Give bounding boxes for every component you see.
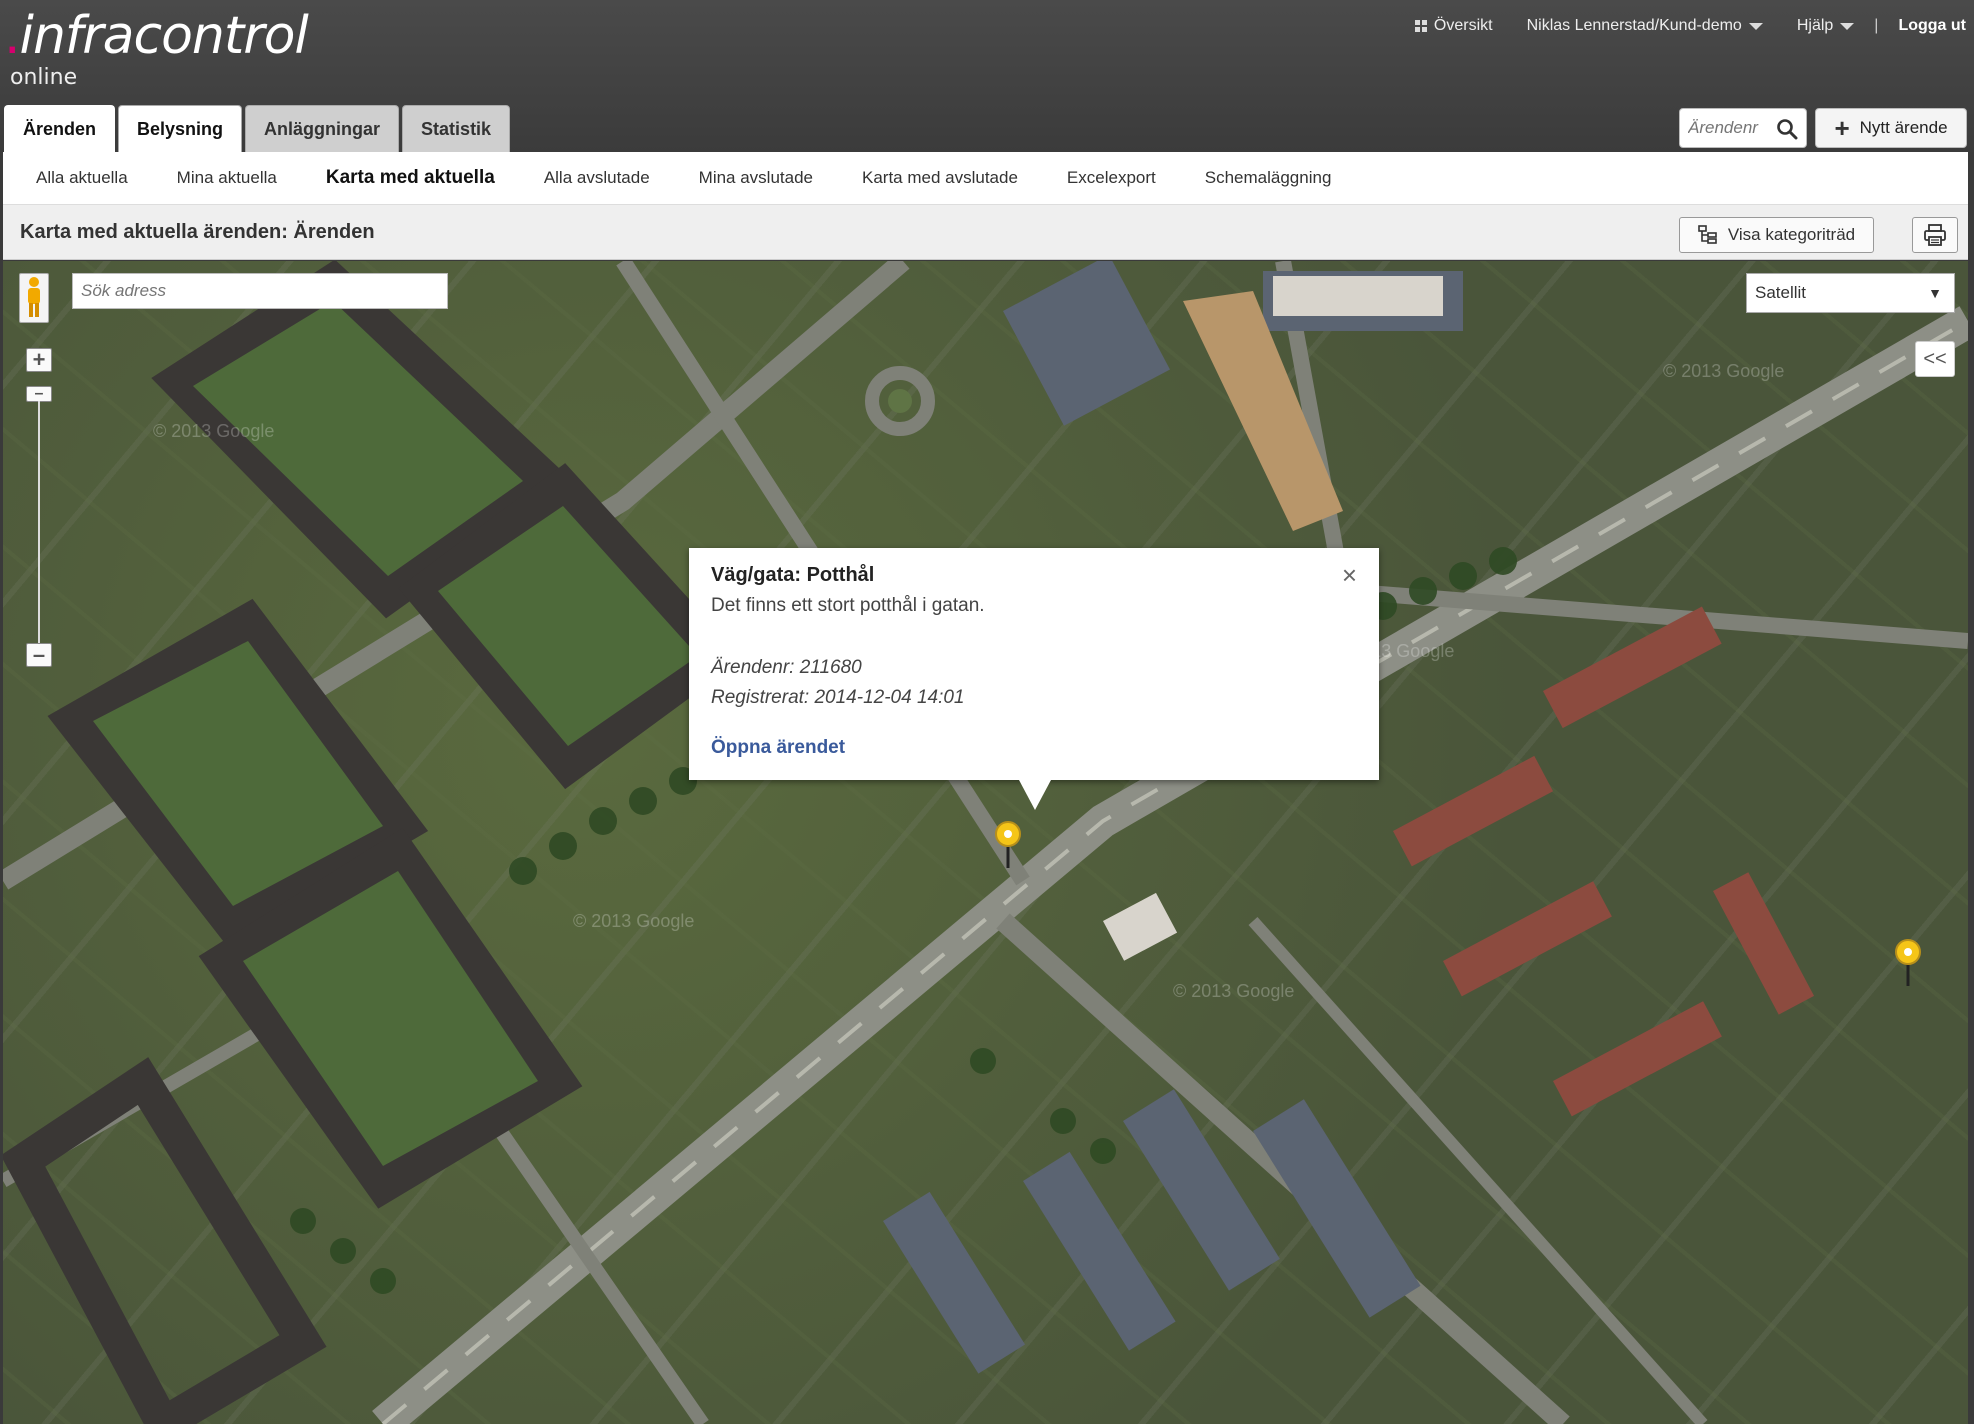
address-search-input[interactable]: [81, 281, 421, 301]
top-navigation: Översikt Niklas Lennerstad/Kund-demo Hjä…: [1381, 14, 1966, 38]
help-label: Hjälp: [1796, 17, 1834, 34]
overview-label: Översikt: [1433, 17, 1493, 34]
zoom-in-button[interactable]: +: [26, 347, 52, 372]
map-type-value: Satellit: [1755, 283, 1807, 302]
case-title: Väg/gata: Potthål: [711, 564, 875, 586]
case-search: [1679, 108, 1807, 148]
print-button[interactable]: [1912, 217, 1958, 253]
map-marker-icon[interactable]: [993, 821, 1023, 869]
page-title: Karta med aktuella ärenden: Ärenden: [20, 221, 375, 243]
subnav-map-current[interactable]: Karta med aktuella: [326, 167, 495, 189]
new-case-button[interactable]: + Nytt ärende: [1815, 108, 1967, 148]
overview-link[interactable]: Översikt: [1414, 17, 1493, 35]
page-title-bar: Karta med aktuella ärenden: Ärenden Visa…: [3, 204, 1968, 260]
printer-icon: [1924, 224, 1946, 246]
zoom-slider-track[interactable]: [38, 401, 40, 651]
address-search: [72, 273, 448, 309]
search-icon[interactable]: [1776, 118, 1798, 140]
user-label: Niklas Lennerstad/Kund-demo: [1526, 17, 1742, 34]
plus-icon: +: [1834, 113, 1850, 143]
case-description: Det finns ett stort potthål i gatan.: [711, 595, 985, 616]
app-logo[interactable]: .infracontrol online: [4, 6, 309, 90]
chevron-down-icon: [1840, 22, 1855, 30]
pegman-icon: [28, 277, 40, 317]
subnav-my-current[interactable]: Mina aktuella: [177, 168, 277, 188]
subnav-my-closed[interactable]: Mina avslutade: [699, 168, 813, 188]
map-marker-icon[interactable]: [1893, 939, 1923, 987]
case-meta: Ärendenr: 211680 Registrerat: 2014-12-04…: [711, 653, 1357, 713]
new-case-label: Nytt ärende: [1859, 118, 1948, 137]
logout-link[interactable]: Logga ut: [1898, 17, 1966, 35]
tab-anlaggningar[interactable]: Anläggningar: [245, 105, 400, 152]
street-view-control[interactable]: [19, 273, 49, 323]
tab-statistik[interactable]: Statistik: [402, 105, 511, 152]
chevron-down-icon: [1748, 22, 1763, 30]
map-watermark: © 2013 Google: [573, 911, 695, 931]
category-tree-label: Visa kategoriträd: [1727, 225, 1856, 244]
tree-icon: [1698, 225, 1717, 244]
subnav-scheduling[interactable]: Schemaläggning: [1205, 168, 1332, 188]
satellite-imagery: [3, 261, 1968, 1424]
subnav-all-closed[interactable]: Alla avslutade: [544, 168, 650, 188]
case-number-input[interactable]: [1688, 118, 1780, 138]
case-number: Ärendenr: 211680: [711, 657, 862, 678]
sub-navigation: Alla aktuella Mina aktuella Karta med ak…: [3, 152, 1968, 204]
satellite-map[interactable]: © 2013 Google © 2013 Google © 2013 Googl…: [3, 261, 1968, 1424]
subnav-all-current[interactable]: Alla aktuella: [36, 168, 128, 188]
zoom-out-button[interactable]: –: [26, 642, 52, 667]
help-menu[interactable]: Hjälp: [1796, 17, 1855, 35]
map-watermark: © 2013 Google: [153, 421, 275, 441]
grid-icon: [1414, 20, 1427, 32]
map-watermark: © 2013 Google: [1173, 981, 1295, 1001]
tab-arenden[interactable]: Ärenden: [4, 105, 116, 152]
open-case-link[interactable]: Öppna ärendet: [711, 737, 1357, 759]
collapse-icon: <<: [1923, 347, 1947, 370]
subnav-map-closed[interactable]: Karta med avslutade: [862, 168, 1018, 188]
map-watermark: © 2013 Google: [1663, 361, 1785, 381]
main-tabs: Ärenden Belysning Anläggningar Statistik: [4, 105, 511, 152]
subnav-excel-export[interactable]: Excelexport: [1067, 168, 1156, 188]
close-icon[interactable]: ×: [1342, 562, 1357, 588]
app-header: .infracontrol online Översikt Niklas Len…: [0, 0, 1974, 152]
case-info-window: × Väg/gata: Potthål Det finns ett stort …: [689, 548, 1379, 810]
user-menu[interactable]: Niklas Lennerstad/Kund-demo: [1527, 17, 1763, 35]
separator: |: [1874, 17, 1879, 34]
logo-text: .infracontrol: [4, 6, 309, 66]
show-category-tree-button[interactable]: Visa kategoriträd: [1679, 217, 1874, 253]
map-type-select[interactable]: Satellit ▼: [1746, 273, 1955, 313]
collapse-panel-button[interactable]: <<: [1915, 341, 1955, 377]
case-registered: Registrerat: 2014-12-04 14:01: [711, 687, 965, 708]
tab-belysning[interactable]: Belysning: [118, 105, 243, 152]
dropdown-arrow-icon: ▼: [1928, 285, 1942, 301]
zoom-slider-handle[interactable]: –: [26, 385, 52, 402]
logo-subtext: online: [10, 65, 78, 90]
